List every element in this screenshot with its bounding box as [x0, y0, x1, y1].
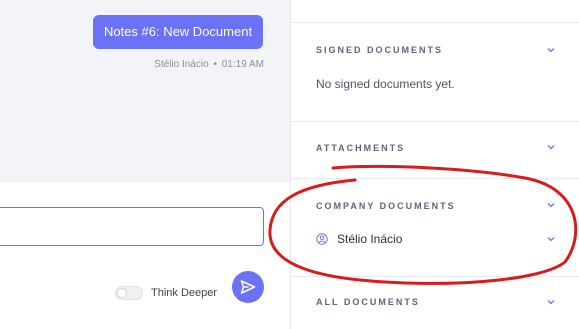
all-documents-title[interactable]: ALL DOCUMENTS: [316, 297, 420, 307]
meta-separator: •: [213, 59, 217, 70]
chat-area: Notes #6: New Document Stélio Inácio • 0…: [0, 0, 290, 183]
toggle-knob: [117, 288, 127, 298]
message-meta: Stélio Inácio • 01:19 AM: [154, 59, 264, 70]
chevron-down-icon[interactable]: [546, 45, 556, 55]
think-deeper-toggle[interactable]: [115, 286, 143, 300]
send-icon: [240, 280, 256, 294]
chevron-down-icon[interactable]: [546, 234, 556, 244]
company-documents-section: [291, 178, 579, 276]
think-deeper-toggle-row: Think Deeper: [115, 286, 217, 300]
company-document-label: Stélio Inácio: [337, 232, 403, 246]
signed-documents-empty: No signed documents yet.: [316, 77, 455, 91]
signed-documents-section: [291, 22, 579, 121]
user-icon: [316, 233, 328, 245]
message-input[interactable]: [0, 207, 264, 246]
chevron-down-icon[interactable]: [546, 297, 556, 307]
company-documents-title[interactable]: COMPANY DOCUMENTS: [316, 201, 456, 211]
company-document-item[interactable]: Stélio Inácio: [316, 232, 402, 246]
signed-documents-title[interactable]: SIGNED DOCUMENTS: [316, 45, 443, 55]
chevron-down-icon[interactable]: [546, 142, 556, 152]
think-deeper-label: Think Deeper: [151, 287, 218, 299]
send-button[interactable]: [232, 271, 264, 303]
message-author: Stélio Inácio: [154, 59, 209, 70]
documents-sidebar: SIGNED DOCUMENTS No signed documents yet…: [291, 0, 579, 329]
chevron-down-icon[interactable]: [546, 200, 556, 210]
attachments-title[interactable]: ATTACHMENTS: [316, 143, 405, 153]
composer: Think Deeper: [0, 183, 290, 329]
message-bubble[interactable]: Notes #6: New Document: [93, 15, 263, 49]
message-time: 01:19 AM: [221, 59, 264, 70]
